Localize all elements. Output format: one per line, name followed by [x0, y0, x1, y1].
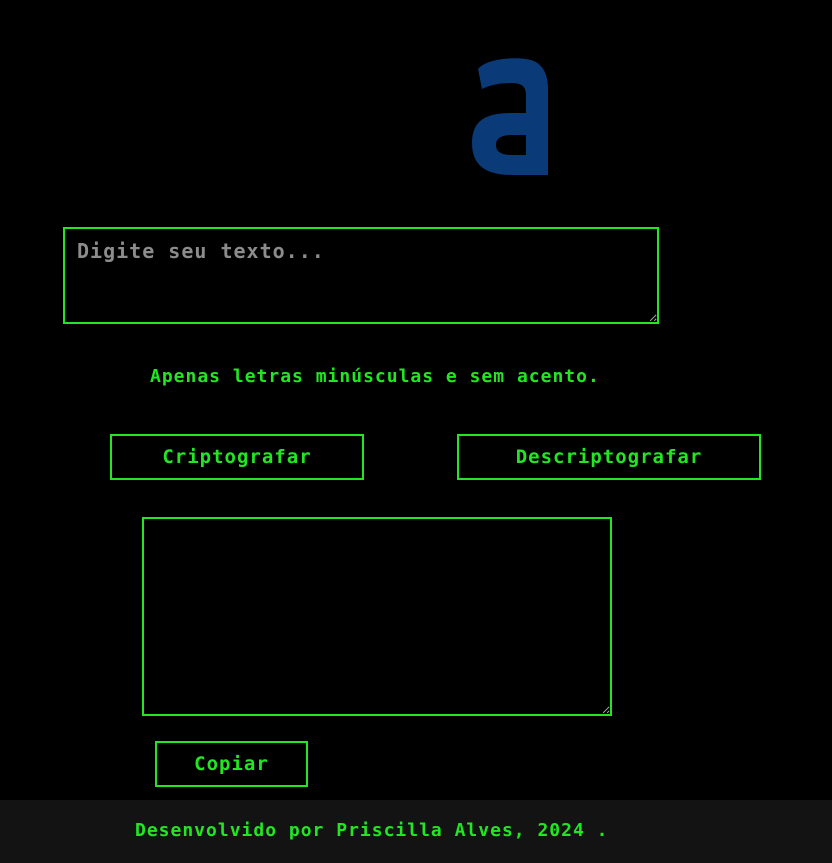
- footer-credit-text: Desenvolvido por Priscilla Alves, 2024 .: [135, 820, 609, 841]
- page-footer: Desenvolvido por Priscilla Alves, 2024 .: [0, 800, 832, 863]
- copy-button[interactable]: Copiar: [155, 741, 308, 787]
- encrypt-button[interactable]: Criptografar: [110, 434, 364, 480]
- output-textarea[interactable]: [142, 517, 612, 716]
- decrypt-button[interactable]: Descriptografar: [457, 434, 761, 480]
- input-textarea[interactable]: [63, 227, 659, 324]
- alura-logo-icon: [472, 58, 548, 175]
- input-hint-text: Apenas letras minúsculas e sem acento.: [150, 366, 600, 387]
